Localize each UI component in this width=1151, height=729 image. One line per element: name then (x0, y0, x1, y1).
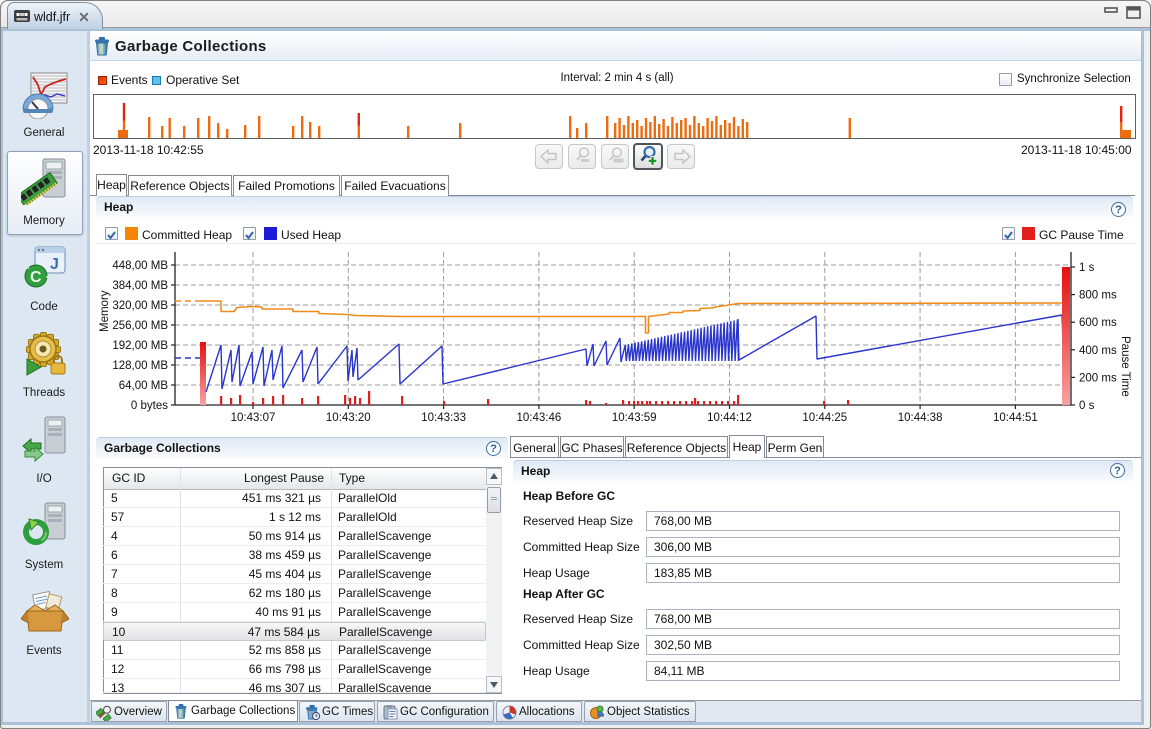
svg-text:192,00 MB: 192,00 MB (112, 340, 168, 352)
svg-text:10:44:51: 10:44:51 (993, 412, 1038, 424)
svg-text:384,00 MB: 384,00 MB (112, 280, 168, 292)
svg-text:200 ms: 200 ms (1079, 372, 1117, 384)
svg-text:600 ms: 600 ms (1079, 317, 1117, 329)
svg-text:320,00 MB: 320,00 MB (112, 300, 168, 312)
svg-text:1 s: 1 s (1079, 262, 1095, 274)
svg-text:Pause Time: Pause Time (1119, 336, 1131, 397)
svg-text:10:44:25: 10:44:25 (802, 412, 847, 424)
svg-text:0 s: 0 s (1079, 400, 1095, 412)
svg-text:10:44:38: 10:44:38 (898, 412, 943, 424)
svg-text:10:43:33: 10:43:33 (421, 412, 466, 424)
svg-text:Memory: Memory (99, 290, 111, 332)
svg-text:256,00 MB: 256,00 MB (112, 320, 168, 332)
svg-text:10:43:46: 10:43:46 (517, 412, 562, 424)
svg-text:800 ms: 800 ms (1079, 290, 1117, 302)
svg-text:0 bytes: 0 bytes (131, 400, 168, 412)
svg-text:C: C (30, 269, 42, 286)
svg-text:400 ms: 400 ms (1079, 345, 1117, 357)
svg-text:448,00 MB: 448,00 MB (112, 260, 168, 272)
svg-text:128,00 MB: 128,00 MB (112, 360, 168, 372)
svg-text:10:43:07: 10:43:07 (231, 412, 276, 424)
svg-text:64,00 MB: 64,00 MB (119, 380, 169, 392)
svg-text:J: J (50, 256, 59, 273)
svg-text:10:43:59: 10:43:59 (612, 412, 657, 424)
svg-text:10:43:20: 10:43:20 (326, 412, 371, 424)
svg-text:10:44:12: 10:44:12 (707, 412, 752, 424)
